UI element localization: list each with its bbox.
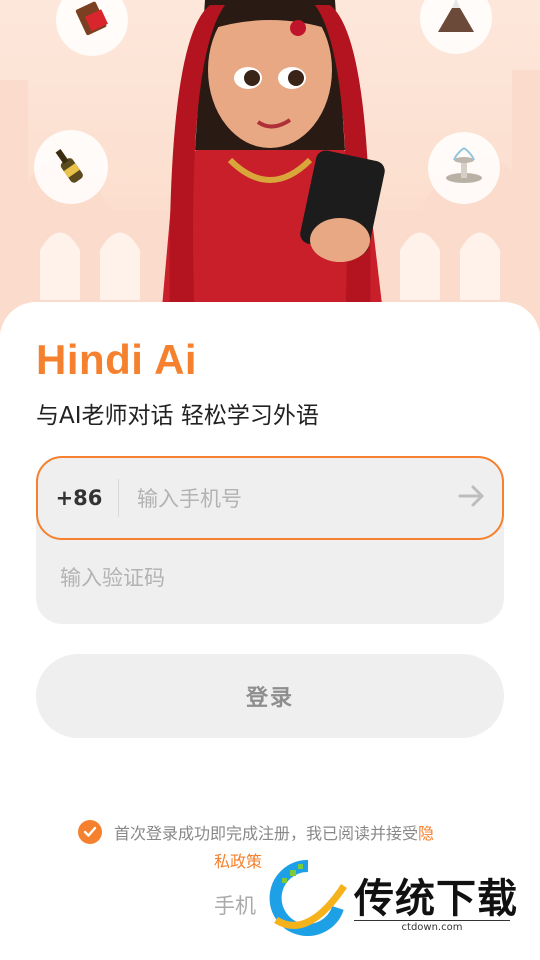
app-title: Hindi Ai [36,336,198,383]
agreement-label: 首次登录成功即完成注册，我已阅读并接受 [114,824,419,843]
watermark-logo-icon [269,860,347,936]
character-illustration [160,0,385,330]
hero-banner [0,0,540,330]
chocolate-icon [72,0,112,42]
app-subtitle: 与AI老师对话 轻松学习外语 [36,403,319,429]
watermark: 传统下载 ctdown.com [268,860,518,938]
watermark-url: ctdown.com [354,920,510,933]
phone-input[interactable]: 输入手机号 [137,483,442,513]
arrow-right-icon [458,484,486,512]
fountain-bubble [428,132,500,204]
country-code-selector[interactable]: +86 [40,486,118,510]
fountain-icon [442,144,486,192]
bottle-icon [49,143,93,191]
bottle-bubble [34,130,108,204]
phone-input-row[interactable]: +86 输入手机号 [36,456,504,540]
watermark-brand: 传统下载 [354,876,518,922]
verification-code-input[interactable]: 输入验证码 [60,562,165,592]
agreement-text: 首次登录成功即完成注册，我已阅读并接受隐 [114,820,434,844]
login-button[interactable]: 登录 [36,654,504,738]
divider [118,479,119,517]
privacy-policy-link-cont[interactable]: 私政策 [214,848,262,872]
privacy-policy-link[interactable]: 隐 [418,824,434,843]
volcano-icon [434,0,478,42]
agreement-checkbox[interactable] [78,820,102,844]
send-code-button[interactable] [442,484,502,512]
checkmark-icon [83,823,97,842]
other-login-option[interactable]: 手机 [214,890,256,920]
